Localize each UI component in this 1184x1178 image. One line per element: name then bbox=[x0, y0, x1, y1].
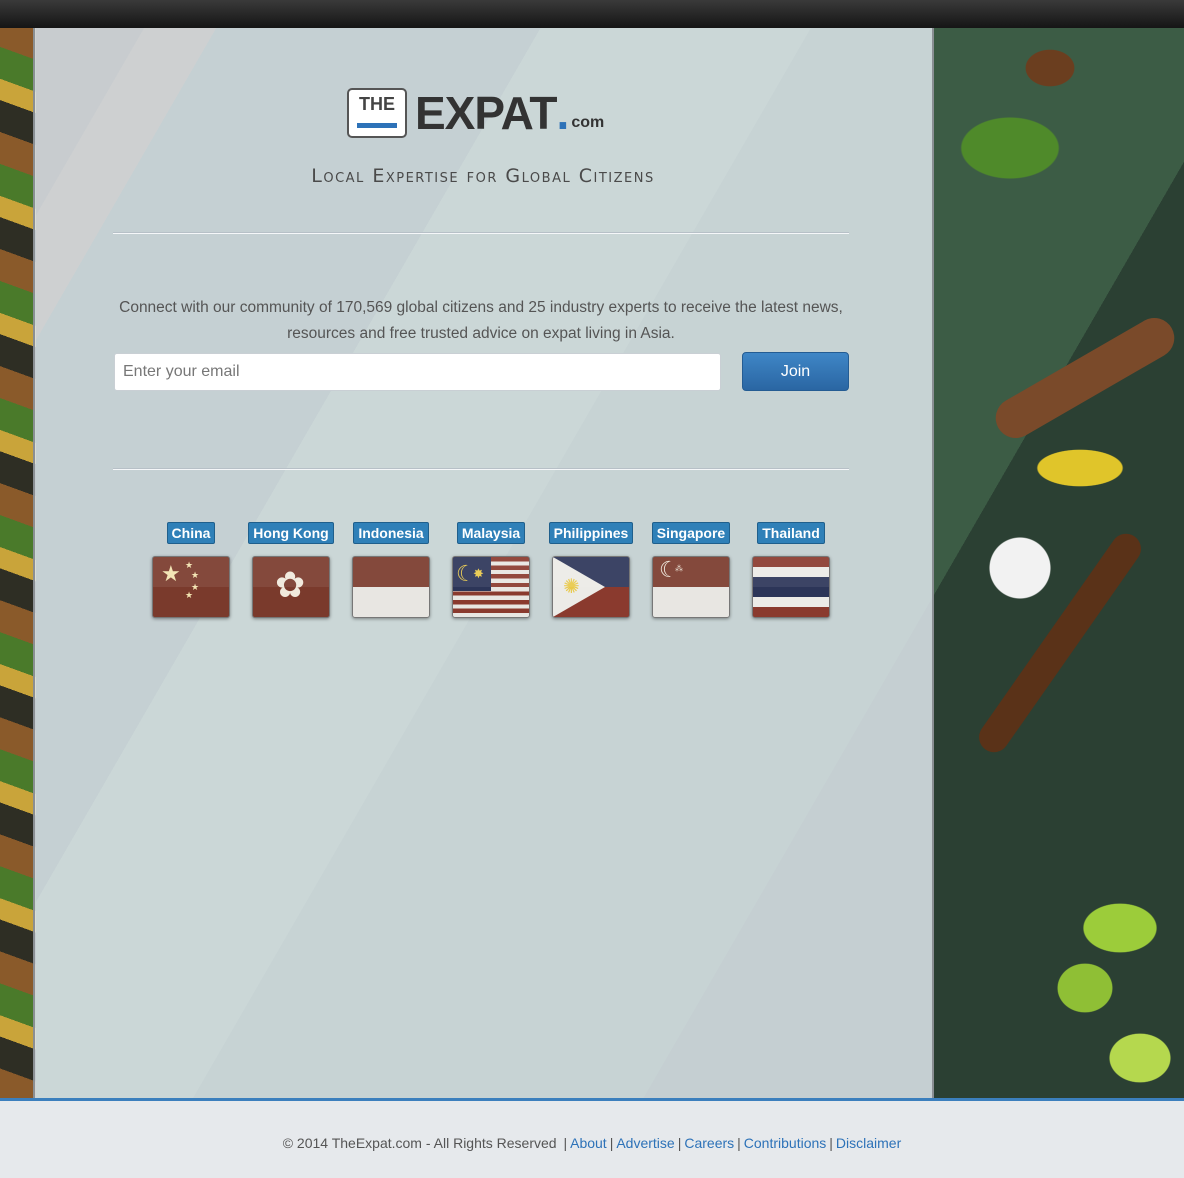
footer-link-disclaimer[interactable]: Disclaimer bbox=[836, 1135, 901, 1151]
join-button[interactable]: Join bbox=[742, 352, 849, 391]
logo-com-text: com bbox=[571, 114, 605, 131]
footer-separator: | bbox=[609, 1135, 614, 1151]
divider bbox=[113, 232, 849, 233]
country-label[interactable]: China bbox=[166, 522, 216, 544]
divider bbox=[113, 468, 849, 469]
country-item-philippines[interactable]: Philippines ✺ bbox=[541, 522, 641, 618]
footer-separator: | bbox=[737, 1135, 741, 1151]
background-strip bbox=[0, 28, 36, 1098]
country-label[interactable]: Singapore bbox=[651, 522, 731, 544]
tagline: Local Expertise for Global Citizens bbox=[311, 165, 655, 187]
hong-kong-flag-icon[interactable]: ✿ bbox=[252, 556, 330, 618]
country-item-malaysia[interactable]: Malaysia ☾ ✸ bbox=[441, 522, 541, 618]
country-item-singapore[interactable]: Singapore ☾ ⁂ bbox=[641, 522, 741, 618]
footer: © 2014 TheExpat.com - All Rights Reserve… bbox=[0, 1098, 1184, 1178]
china-flag-icon[interactable]: ★ ★ ★ ★ ★ bbox=[152, 556, 230, 618]
footer-separator: | bbox=[677, 1135, 682, 1151]
background-boat bbox=[988, 310, 1182, 446]
country-item-china[interactable]: China ★ ★ ★ ★ ★ bbox=[141, 522, 241, 618]
country-item-indonesia[interactable]: Indonesia bbox=[341, 522, 441, 618]
country-label[interactable]: Malaysia bbox=[456, 522, 526, 544]
country-label[interactable]: Hong Kong bbox=[248, 522, 334, 544]
logo-bar bbox=[357, 123, 397, 128]
copyright-text: © 2014 TheExpat.com - All Rights Reserve… bbox=[282, 1135, 557, 1151]
background-boat bbox=[973, 527, 1147, 759]
footer-link-contributions[interactable]: Contributions bbox=[744, 1135, 827, 1151]
footer-separator: | bbox=[563, 1135, 568, 1151]
site-logo[interactable]: THE EXPAT . com bbox=[347, 82, 604, 138]
country-list: China ★ ★ ★ ★ ★ Hong Kong ✿ Indonesia Ma… bbox=[141, 522, 841, 618]
thailand-flag-icon[interactable] bbox=[752, 556, 830, 618]
country-label[interactable]: Thailand bbox=[757, 522, 825, 544]
footer-separator: | bbox=[829, 1135, 833, 1151]
footer-link-careers[interactable]: Careers bbox=[684, 1135, 734, 1151]
logo-dot: . bbox=[556, 87, 570, 139]
logo-the-box: THE bbox=[347, 88, 407, 138]
country-label[interactable]: Philippines bbox=[548, 522, 634, 544]
philippines-flag-icon[interactable]: ✺ bbox=[552, 556, 630, 618]
country-item-thailand[interactable]: Thailand bbox=[741, 522, 841, 618]
email-input[interactable] bbox=[114, 353, 721, 391]
intro-text: Connect with our community of 170,569 gl… bbox=[119, 299, 843, 342]
footer-link-advertise[interactable]: Advertise bbox=[616, 1135, 674, 1151]
country-item-hong-kong[interactable]: Hong Kong ✿ bbox=[241, 522, 341, 618]
footer-line: © 2014 TheExpat.com - All Rights Reserve… bbox=[0, 1135, 1184, 1151]
logo-the-text: THE bbox=[359, 94, 395, 114]
indonesia-flag-icon[interactable] bbox=[352, 556, 430, 618]
malaysia-flag-icon[interactable]: ☾ ✸ bbox=[452, 556, 530, 618]
country-label[interactable]: Indonesia bbox=[353, 522, 429, 544]
logo-expat-text: EXPAT bbox=[415, 87, 558, 139]
top-bar bbox=[0, 0, 1184, 29]
singapore-flag-icon[interactable]: ☾ ⁂ bbox=[652, 556, 730, 618]
footer-link-about[interactable]: About bbox=[570, 1135, 607, 1151]
